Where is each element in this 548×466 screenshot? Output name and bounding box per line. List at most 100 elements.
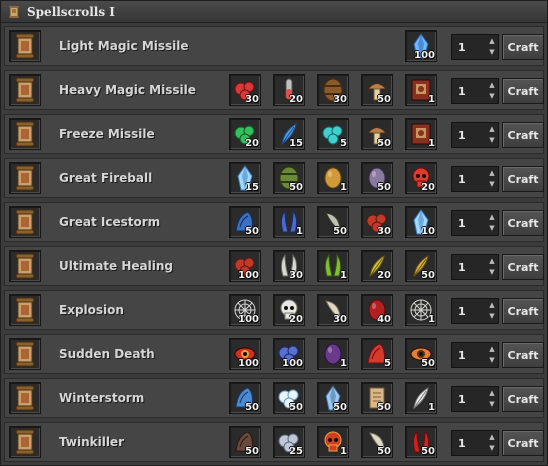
ingredient-slot[interactable]: 100 [229,338,261,370]
ingredient-slot[interactable]: 20 [229,118,261,150]
ingredient-slot[interactable]: 1 [405,118,437,150]
chevron-up-icon[interactable]: ▲ [487,168,497,179]
ingredient-slot[interactable]: 1 [273,206,305,238]
quantity-value[interactable]: 1 [458,349,466,362]
ingredient-slot[interactable]: 50 [273,162,305,194]
ingredient-slot[interactable]: 50 [229,382,261,414]
quantity-value[interactable]: 1 [458,437,466,450]
ingredient-slot[interactable]: 50 [273,382,305,414]
twinkiller-scroll-icon[interactable] [9,426,41,458]
chevron-up-icon[interactable]: ▲ [487,80,497,91]
ingredient-slot[interactable]: 10 [405,206,437,238]
quantity-value[interactable]: 1 [458,305,466,318]
craft-button[interactable]: Craft [502,78,544,104]
chevron-down-icon[interactable]: ▼ [487,91,497,102]
quantity-value[interactable]: 1 [458,41,466,54]
ingredient-slot[interactable]: 40 [361,294,393,326]
ingredient-slot[interactable]: 30 [229,74,261,106]
light-missile-scroll-icon[interactable] [9,30,41,62]
quantity-value[interactable]: 1 [458,393,466,406]
ingredient-slot[interactable]: 50 [229,426,261,458]
ingredient-slot[interactable]: 1 [405,382,437,414]
chevron-down-icon[interactable]: ▼ [487,355,497,366]
chevron-down-icon[interactable]: ▼ [487,267,497,278]
ingredient-slot[interactable]: 50 [317,382,349,414]
chevron-up-icon[interactable]: ▲ [487,36,497,47]
ingredient-slot[interactable]: 100 [229,294,261,326]
ingredient-slot[interactable]: 20 [361,250,393,282]
explosion-scroll-icon[interactable] [9,294,41,326]
ingredient-slot[interactable]: 15 [229,162,261,194]
ingredient-slot[interactable]: 1 [405,74,437,106]
ingredient-slot[interactable]: 100 [229,250,261,282]
chevron-up-icon[interactable]: ▲ [487,256,497,267]
ingredient-slot[interactable]: 50 [405,338,437,370]
quantity-stepper[interactable]: 1 ▲ ▼ [451,342,499,368]
craft-button[interactable]: Craft [502,122,544,148]
quantity-stepper[interactable]: 1 ▲ ▼ [451,34,499,60]
ingredient-slot[interactable]: 100 [405,30,437,62]
death-scroll-icon[interactable] [9,338,41,370]
craft-button[interactable]: Craft [502,166,544,192]
ingredient-slot[interactable]: 100 [273,338,305,370]
craft-button[interactable]: Craft [502,34,544,60]
chevron-down-icon[interactable]: ▼ [487,47,497,58]
ingredient-slot[interactable]: 30 [317,294,349,326]
ingredient-slot[interactable]: 1 [317,250,349,282]
ingredient-slot[interactable]: 50 [317,206,349,238]
ingredient-slot[interactable]: 50 [229,206,261,238]
ingredient-slot[interactable]: 15 [273,118,305,150]
chevron-up-icon[interactable]: ▲ [487,300,497,311]
ingredient-slot[interactable]: 30 [317,74,349,106]
ingredient-slot[interactable]: 25 [273,426,305,458]
craft-button[interactable]: Craft [502,298,544,324]
craft-button[interactable]: Craft [502,210,544,236]
ingredient-slot[interactable]: 50 [361,382,393,414]
chevron-down-icon[interactable]: ▼ [487,179,497,190]
winterstorm-scroll-icon[interactable] [9,382,41,414]
ingredient-slot[interactable]: 5 [317,118,349,150]
craft-button[interactable]: Craft [502,386,544,412]
quantity-value[interactable]: 1 [458,173,466,186]
craft-button[interactable]: Craft [502,254,544,280]
ingredient-slot[interactable]: 50 [361,426,393,458]
quantity-stepper[interactable]: 1 ▲ ▼ [451,78,499,104]
quantity-stepper[interactable]: 1 ▲ ▼ [451,254,499,280]
chevron-up-icon[interactable]: ▲ [487,432,497,443]
quantity-stepper[interactable]: 1 ▲ ▼ [451,122,499,148]
ingredient-slot[interactable]: 5 [361,338,393,370]
ingredient-slot[interactable]: 50 [405,426,437,458]
ingredient-slot[interactable]: 50 [361,162,393,194]
quantity-stepper[interactable]: 1 ▲ ▼ [451,166,499,192]
freeze-missile-scroll-icon[interactable] [9,118,41,150]
quantity-value[interactable]: 1 [458,261,466,274]
quantity-stepper[interactable]: 1 ▲ ▼ [451,298,499,324]
chevron-up-icon[interactable]: ▲ [487,124,497,135]
fireball-scroll-icon[interactable] [9,162,41,194]
chevron-up-icon[interactable]: ▲ [487,212,497,223]
quantity-value[interactable]: 1 [458,217,466,230]
quantity-stepper[interactable]: 1 ▲ ▼ [451,386,499,412]
ingredient-slot[interactable]: 20 [405,162,437,194]
icestorm-scroll-icon[interactable] [9,206,41,238]
ingredient-slot[interactable]: 20 [273,74,305,106]
chevron-down-icon[interactable]: ▼ [487,311,497,322]
quantity-value[interactable]: 1 [458,129,466,142]
chevron-down-icon[interactable]: ▼ [487,399,497,410]
chevron-down-icon[interactable]: ▼ [487,223,497,234]
window-titlebar[interactable]: Spellscrolls I [1,1,547,23]
healing-scroll-icon[interactable] [9,250,41,282]
craft-button[interactable]: Craft [502,342,544,368]
quantity-stepper[interactable]: 1 ▲ ▼ [451,210,499,236]
ingredient-slot[interactable]: 1 [317,426,349,458]
ingredient-slot[interactable]: 50 [405,250,437,282]
chevron-up-icon[interactable]: ▲ [487,388,497,399]
craft-button[interactable]: Craft [502,430,544,456]
ingredient-slot[interactable]: 20 [273,294,305,326]
ingredient-slot[interactable]: 50 [361,74,393,106]
ingredient-slot[interactable]: 50 [361,118,393,150]
ingredient-slot[interactable]: 30 [273,250,305,282]
ingredient-slot[interactable]: 1 [317,162,349,194]
chevron-down-icon[interactable]: ▼ [487,135,497,146]
ingredient-slot[interactable]: 1 [405,294,437,326]
